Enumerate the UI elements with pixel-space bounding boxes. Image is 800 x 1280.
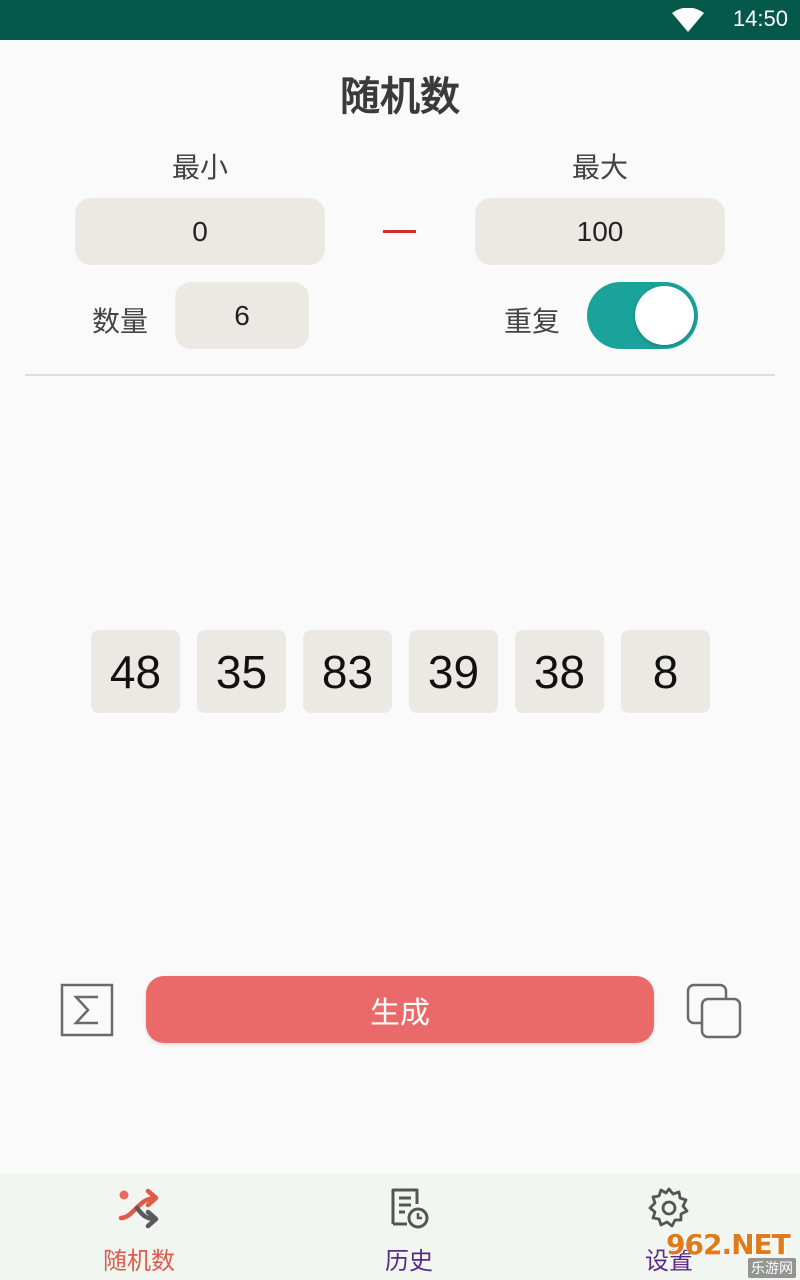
divider	[25, 374, 775, 376]
max-input[interactable]: 100	[475, 198, 725, 265]
count-label: 数量	[91, 305, 148, 338]
status-time: 14:50	[732, 6, 788, 31]
result-number: 48	[91, 630, 180, 713]
result-number: 35	[197, 630, 286, 713]
watermark-logo: 962.NET 乐游网	[666, 1228, 796, 1278]
copy-icon[interactable]	[686, 983, 742, 1039]
gear-icon	[648, 1187, 689, 1228]
repeat-label: 重复	[503, 305, 560, 338]
nav-label-history: 历史	[385, 1247, 433, 1275]
shuffle-icon	[118, 1188, 159, 1229]
result-number: 8	[621, 630, 710, 713]
status-bar: 14:50	[0, 0, 800, 40]
count-input[interactable]: 6	[175, 282, 309, 349]
wifi-icon	[672, 8, 704, 32]
toggle-knob	[635, 286, 694, 345]
max-label: 最大	[571, 151, 628, 184]
sigma-icon[interactable]	[60, 983, 114, 1037]
page-title: 随机数	[340, 74, 460, 120]
range-dash	[383, 230, 416, 233]
watermark-text: 962.NET	[666, 1228, 791, 1261]
nav-item-history[interactable]: 历史	[329, 1173, 489, 1280]
history-icon	[391, 1188, 429, 1229]
nav-label-random: 随机数	[103, 1247, 175, 1275]
result-number: 39	[409, 630, 498, 713]
nav-item-random[interactable]: 随机数	[59, 1173, 219, 1280]
watermark-subtext: 乐游网	[748, 1258, 796, 1278]
repeat-toggle[interactable]	[587, 282, 698, 349]
min-input[interactable]: 0	[75, 198, 325, 265]
generate-button[interactable]: 生成	[146, 976, 654, 1043]
result-number: 38	[515, 630, 604, 713]
result-number: 83	[303, 630, 392, 713]
min-label: 最小	[171, 151, 228, 184]
